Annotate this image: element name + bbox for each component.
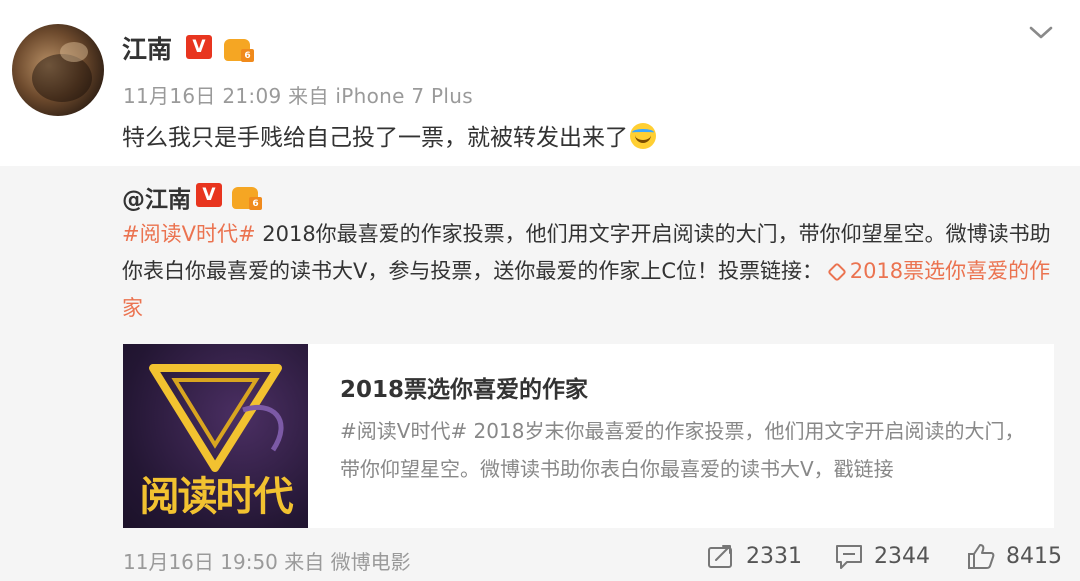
comment-button[interactable]: 2344 [834,542,930,570]
member-crown-icon[interactable]: 6 [230,181,262,210]
member-crown-icon[interactable]: 6 [222,33,254,62]
card-title[interactable]: 2018票选你喜爱的作家 [340,370,588,404]
like-count: 8415 [1006,543,1062,569]
comment-icon [836,545,862,569]
post-text: 特么我只是手贱给自己投了一票，就被转发出来了 [122,125,628,151]
like-button[interactable]: 8415 [966,542,1062,570]
link-icon [826,262,847,282]
verified-v-icon[interactable]: V [196,183,222,207]
repost-button[interactable]: 2331 [706,542,802,570]
thumbs-up-icon [968,544,995,569]
laugh-cry-emoji-icon [630,123,656,149]
comment-count: 2344 [874,543,930,569]
card-thumbnail: 阅读时代 [123,344,308,528]
topic-hashtag[interactable]: #阅读V时代# [122,222,256,246]
user-badges: V 6 [186,33,254,62]
reposted-text: #阅读V时代# 2018你最喜爱的作家投票，他们用文字开启阅读的大门，带你仰望星… [122,216,1052,327]
reposted-user-badges: V 6 [196,181,262,210]
repost-footer: 11月16日 19:50 来自 微博电影 2331 2344 8415 [0,540,1080,576]
v-logo-icon [149,364,284,472]
repost-icon [708,545,732,568]
verified-v-icon[interactable]: V [186,35,212,59]
member-level: 6 [241,49,254,62]
reposted-weibo: @江南 V 6 #阅读V时代# 2018你最喜爱的作家投票，他们用文字开启阅读的… [0,166,1080,581]
username[interactable]: 江南 [122,30,172,66]
reposted-username[interactable]: @江南 [122,180,191,214]
thumbnail-caption: 阅读时代 [139,474,294,520]
member-level: 6 [249,197,262,210]
link-card[interactable]: 阅读时代 2018票选你喜爱的作家 #阅读V时代# 2018岁末你最喜爱的作家投… [123,344,1054,528]
avatar[interactable] [12,24,104,116]
post-meta: 11月16日 21:09 来自 iPhone 7 Plus [123,84,473,108]
chevron-down-icon[interactable] [1028,22,1054,44]
card-description: #阅读V时代# 2018岁末你最喜爱的作家投票，他们用文字开启阅读的大门，带你仰… [340,419,1025,481]
post-content: 特么我只是手贱给自己投了一票，就被转发出来了 [122,118,656,152]
reposted-meta: 11月16日 19:50 来自 微博电影 [123,550,411,574]
weibo-post: 江南 V 6 11月16日 21:09 来自 iPhone 7 Plus 特么我… [0,0,1080,170]
repost-count: 2331 [746,543,802,569]
